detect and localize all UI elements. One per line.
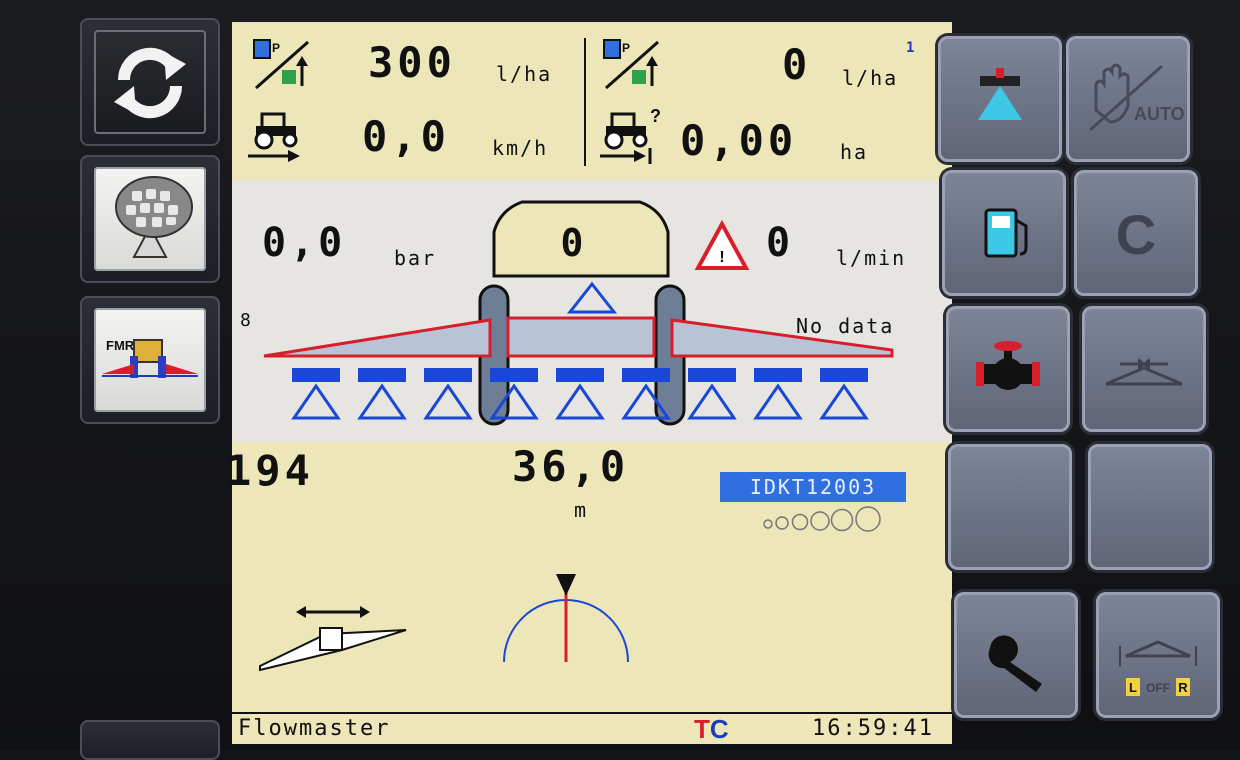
section-nozzle-icon-7 [687, 383, 737, 420]
section-nozzle-icon-3 [423, 383, 473, 420]
section-nozzle-icon-5 [555, 383, 605, 420]
section-nozzle-icon-9 [819, 383, 869, 420]
svg-text:!: ! [719, 249, 724, 266]
main-screen: P 300 l/ha 0,0 km/h P 0 l/ha 1 ? 0,00 ha… [226, 22, 952, 744]
area-unit: ha [840, 140, 869, 164]
clear-icon: C [1116, 203, 1156, 266]
svg-text:P: P [622, 41, 630, 55]
boom-panel: 0,0 bar 0 l/min 8 No data 0 ! [232, 180, 952, 442]
tilt-gauge-icon [503, 574, 629, 663]
empty-softkey-2[interactable] [1088, 444, 1212, 570]
nozzle-softkey[interactable] [80, 155, 220, 283]
boom-lr-softkey[interactable]: L OFF R [1096, 592, 1220, 718]
fmr-sprayer-icon: FMR [102, 338, 198, 378]
speed-unit: km/h [492, 136, 549, 160]
section-bar-6 [622, 368, 670, 382]
lr-left-label: L [1129, 680, 1137, 695]
section-nozzle-icon-1 [291, 383, 341, 420]
section-bar-8 [754, 368, 802, 382]
section-bar-5 [556, 368, 604, 382]
section-bar-4 [490, 368, 538, 382]
refresh-softkey-face [94, 30, 206, 134]
task-controller-logo: TC [694, 714, 729, 745]
fmr-label: FMR [106, 338, 135, 353]
signal-circles-icon [763, 506, 881, 532]
speed-value: 0,0 [362, 112, 450, 161]
tank-value: 0 [561, 221, 584, 265]
refresh-icon [114, 47, 186, 119]
target-rate-unit: l/ha [496, 62, 553, 86]
left-boom-arm [263, 318, 492, 358]
boom-fold-icon [1105, 358, 1183, 386]
status-bar: Flowmaster TC 16:59:41 [232, 712, 952, 744]
rate-badge: 1 [906, 40, 915, 56]
clear-softkey[interactable]: C [1074, 170, 1198, 296]
refresh-softkey[interactable] [80, 18, 220, 146]
spray-nozzle-icon [978, 68, 1022, 120]
section-bar-3 [424, 368, 472, 382]
settings-softkey[interactable] [954, 592, 1078, 718]
section-bar-1 [292, 368, 340, 382]
nozzle-head-icon [115, 176, 193, 258]
section-nozzle-icon-8 [753, 383, 803, 420]
fmr-softkey[interactable]: FMR [80, 296, 220, 424]
main-valve-softkey[interactable] [946, 306, 1070, 432]
valve-icon [976, 341, 1040, 390]
working-width-unit: m [574, 498, 589, 522]
fuel-pump-icon [984, 208, 1028, 258]
left-counter-value: 194 [226, 446, 314, 495]
svg-text:P: P [272, 41, 280, 55]
boom-lr-icon: L OFF R [1119, 640, 1197, 696]
clock: 16:59:41 [812, 716, 934, 741]
clear-label: C [1116, 203, 1156, 266]
section-bar-9 [820, 368, 868, 382]
tractor-area-icon: ? [600, 106, 661, 164]
empty-softkey-1[interactable] [948, 444, 1072, 570]
top-info-bar: P 300 l/ha 0,0 km/h P 0 l/ha 1 ? 0,00 ha [232, 22, 952, 180]
center-boom-arm [506, 316, 656, 358]
actual-rate-unit: l/ha [842, 66, 899, 90]
actual-rate-value: 0 [782, 40, 812, 89]
bottom-left-softkey[interactable] [80, 720, 220, 760]
tc-logo-c: C [709, 714, 729, 744]
hand-auto-icon: AUTO [1089, 63, 1185, 132]
center-nozzle-icon [566, 281, 618, 314]
top-divider [584, 38, 586, 166]
target-rate-value: 300 [368, 38, 456, 87]
section-bar-2 [358, 368, 406, 382]
section-nozzle-icon-2 [357, 383, 407, 420]
bottom-panel: 194 36,0 m IDKT12003 [226, 442, 952, 712]
area-value: 0,00 [680, 116, 798, 165]
target-rate-icon: P [253, 39, 309, 90]
lr-right-label: R [1178, 680, 1188, 695]
lr-off-label: OFF [1146, 681, 1170, 695]
working-width-value: 36,0 [512, 442, 630, 491]
svg-text:?: ? [650, 106, 661, 126]
fmr-softkey-face: FMR [94, 308, 206, 412]
wrench-icon [988, 635, 1042, 692]
tractor-speed-icon [248, 112, 300, 162]
section-bar-7 [688, 368, 736, 382]
nozzle-softkey-face [94, 167, 206, 271]
actual-rate-icon: P [603, 39, 659, 90]
device-id-badge[interactable]: IDKT12003 [720, 472, 906, 502]
auto-mode-softkey[interactable]: AUTO [1066, 36, 1190, 162]
boom-fold-softkey[interactable] [1082, 306, 1206, 432]
auto-label: AUTO [1134, 104, 1185, 124]
fuel-softkey[interactable] [942, 170, 1066, 296]
right-boom-arm [670, 318, 894, 358]
section-control-softkey[interactable] [938, 36, 1062, 162]
boom-diagram: 0 ! [263, 200, 894, 426]
tc-logo-t: T [694, 714, 710, 744]
boom-tilt-icon [259, 606, 407, 672]
boom-sections [291, 368, 869, 420]
app-name: Flowmaster [238, 716, 391, 741]
